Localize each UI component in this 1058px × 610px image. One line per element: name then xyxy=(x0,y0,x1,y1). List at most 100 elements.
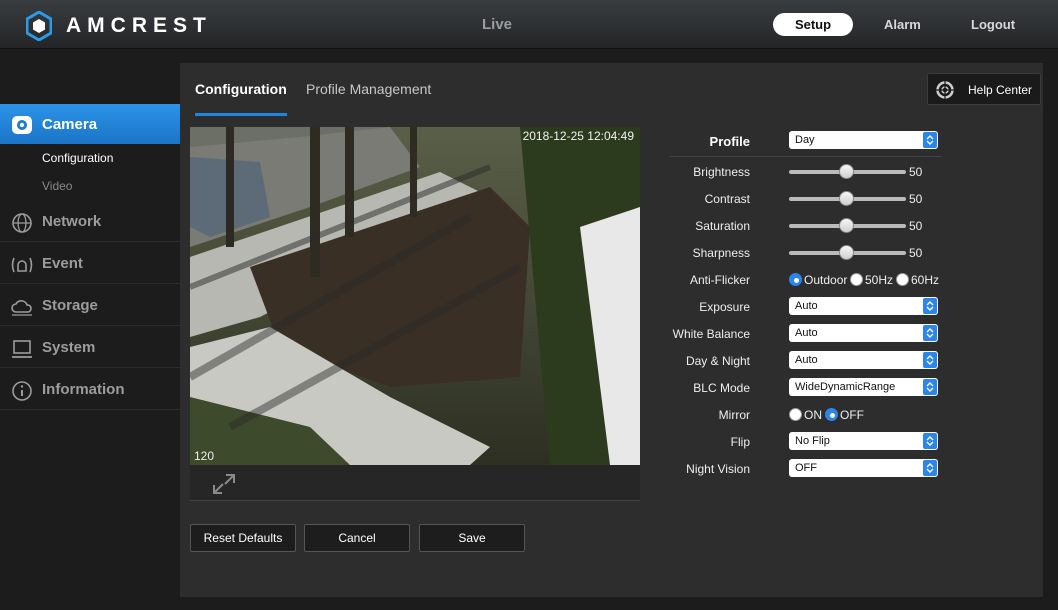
white-balance-value: Auto xyxy=(795,327,818,339)
flip-value: No Flip xyxy=(795,435,830,447)
sharpness-label: Sharpness xyxy=(692,246,750,260)
night-vision-value: OFF xyxy=(795,462,817,474)
nav-alarm[interactable]: Alarm xyxy=(884,17,921,32)
day-night-label: Day & Night xyxy=(685,354,750,368)
amcrest-logo-icon xyxy=(26,11,52,41)
sharpness-value: 50 xyxy=(909,246,923,260)
top-bar: AMCREST Live Setup Alarm Logout xyxy=(0,0,1058,49)
globe-icon xyxy=(12,213,32,233)
sidebar-item-camera[interactable]: Camera xyxy=(0,104,189,144)
mirror-on-radio[interactable] xyxy=(789,408,802,421)
profile-value: Day xyxy=(795,134,815,146)
contrast-slider[interactable] xyxy=(789,191,906,206)
sidebar-item-label: Network xyxy=(42,213,102,230)
sharpness-row: Sharpness 50 xyxy=(670,242,1050,264)
saturation-slider[interactable] xyxy=(789,218,906,233)
settings-divider xyxy=(670,156,942,157)
sidebar-item-label: Event xyxy=(42,255,83,272)
nav-setup[interactable]: Setup xyxy=(773,13,853,36)
nav-logout[interactable]: Logout xyxy=(971,17,1015,32)
brand-name: AMCREST xyxy=(66,14,212,37)
video-toolbar xyxy=(190,465,640,501)
night-vision-row: Night Vision OFF xyxy=(670,458,1050,480)
event-icon xyxy=(11,257,33,273)
brightness-slider[interactable] xyxy=(789,164,906,179)
mirror-off-radio[interactable] xyxy=(825,408,838,421)
contrast-row: Contrast 50 xyxy=(670,188,1050,210)
anti-flicker-60hz-radio[interactable] xyxy=(896,273,909,286)
anti-flicker-label: Anti-Flicker xyxy=(689,273,750,287)
chevron-updown-icon xyxy=(923,460,937,476)
sidebar-item-label: Camera xyxy=(42,115,98,133)
nav-live[interactable]: Live xyxy=(482,16,512,33)
profile-row: Profile Day xyxy=(670,130,1050,152)
sidebar-item-storage[interactable]: Storage xyxy=(0,286,180,326)
tab-configuration[interactable]: Configuration xyxy=(195,81,287,97)
profile-label: Profile xyxy=(709,134,750,149)
sidebar: Camera Configuration Video Network Event… xyxy=(0,50,189,610)
contrast-value: 50 xyxy=(909,192,923,206)
sidebar-item-network[interactable]: Network xyxy=(0,202,180,242)
anti-flicker-50hz-label: 50Hz xyxy=(865,273,894,287)
flip-select[interactable]: No Flip xyxy=(789,432,938,450)
anti-flicker-row: Anti-Flicker Outdoor 50Hz 60Hz xyxy=(670,269,1050,291)
lifebuoy-icon xyxy=(936,81,954,99)
mirror-row: Mirror ON OFF xyxy=(670,404,1050,426)
sidebar-item-event[interactable]: Event xyxy=(0,244,180,284)
white-balance-select[interactable]: Auto xyxy=(789,324,938,342)
anti-flicker-50hz-radio[interactable] xyxy=(850,273,863,286)
day-night-value: Auto xyxy=(795,354,818,366)
flip-row: Flip No Flip xyxy=(670,431,1050,453)
sharpness-slider[interactable] xyxy=(789,245,906,260)
video-preview: 2018-12-25 12:04:49 120 xyxy=(190,127,640,465)
monitor-icon xyxy=(12,340,32,358)
cloud-icon xyxy=(11,300,32,316)
exposure-row: Exposure Auto xyxy=(670,296,1050,318)
slider-handle[interactable] xyxy=(839,245,854,260)
sidebar-item-information[interactable]: Information xyxy=(0,370,180,410)
blc-mode-label: BLC Mode xyxy=(693,381,750,395)
anti-flicker-outdoor-radio[interactable] xyxy=(789,273,802,286)
sidebar-item-label: System xyxy=(42,339,96,356)
chevron-updown-icon xyxy=(923,433,937,449)
fullscreen-icon[interactable] xyxy=(212,473,236,495)
white-balance-label: White Balance xyxy=(672,327,750,341)
night-vision-label: Night Vision xyxy=(686,462,750,476)
chevron-updown-icon xyxy=(923,379,937,395)
video-channel-label: 120 xyxy=(194,449,215,463)
slider-handle[interactable] xyxy=(839,191,854,206)
camera-icon xyxy=(12,116,32,134)
blc-mode-row: BLC Mode WideDynamicRange xyxy=(670,377,1050,399)
brand-logo: AMCREST xyxy=(26,11,212,41)
profile-select[interactable]: Day xyxy=(789,131,938,149)
exposure-select[interactable]: Auto xyxy=(789,297,938,315)
anti-flicker-outdoor-label: Outdoor xyxy=(804,273,848,287)
slider-handle[interactable] xyxy=(839,164,854,179)
brightness-label: Brightness xyxy=(693,165,750,179)
chevron-updown-icon xyxy=(923,298,937,314)
sidebar-item-label: Information xyxy=(42,381,125,398)
night-vision-select[interactable]: OFF xyxy=(789,459,938,477)
help-center-button[interactable]: Help Center xyxy=(927,73,1041,105)
sidebar-sub-video[interactable]: Video xyxy=(42,179,72,193)
chevron-updown-icon xyxy=(923,132,937,148)
tab-profile-management[interactable]: Profile Management xyxy=(306,81,431,97)
active-tab-underline xyxy=(195,113,287,116)
saturation-value: 50 xyxy=(909,219,923,233)
reset-defaults-button[interactable]: Reset Defaults xyxy=(190,524,296,552)
contrast-label: Contrast xyxy=(704,192,750,206)
white-balance-row: White Balance Auto xyxy=(670,323,1050,345)
slider-handle[interactable] xyxy=(839,218,854,233)
day-night-select[interactable]: Auto xyxy=(789,351,938,369)
save-button[interactable]: Save xyxy=(419,524,525,552)
blc-mode-select[interactable]: WideDynamicRange xyxy=(789,378,938,396)
cancel-button[interactable]: Cancel xyxy=(304,524,410,552)
mirror-on-label: ON xyxy=(804,408,822,422)
saturation-label: Saturation xyxy=(695,219,750,233)
help-center-label: Help Center xyxy=(968,83,1033,97)
saturation-row: Saturation 50 xyxy=(670,215,1050,237)
mirror-off-label: OFF xyxy=(840,408,864,422)
sidebar-sub-configuration[interactable]: Configuration xyxy=(42,151,113,165)
sidebar-item-system[interactable]: System xyxy=(0,328,180,368)
info-icon xyxy=(12,381,32,401)
